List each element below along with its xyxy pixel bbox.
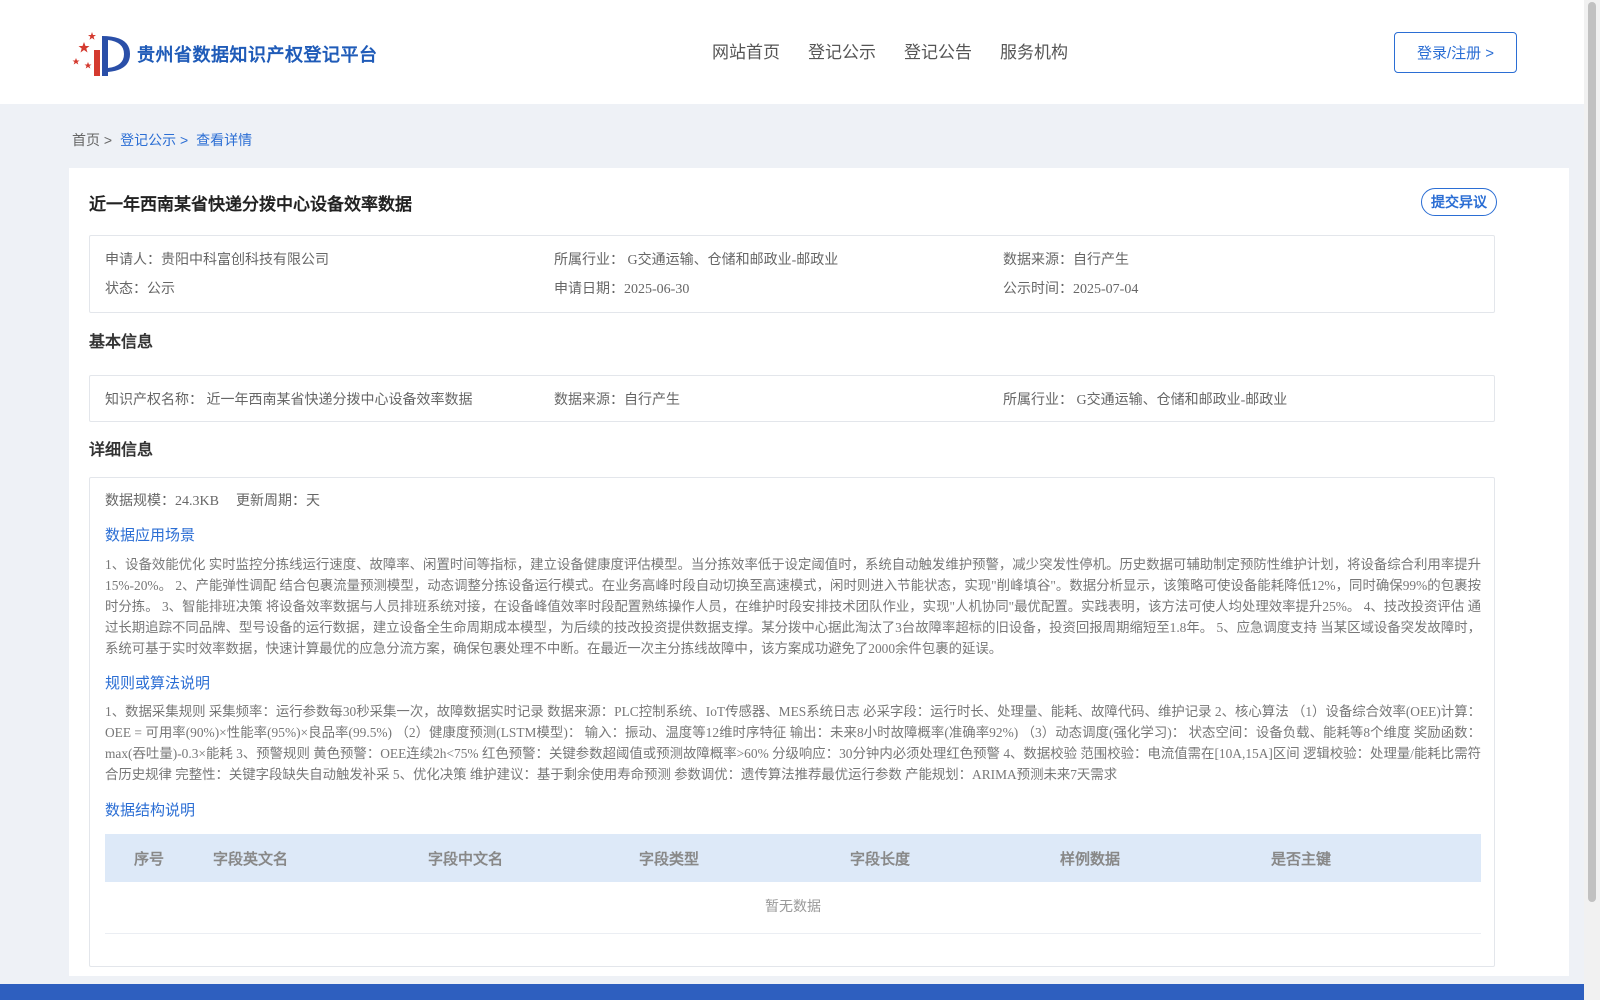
page-title: 近一年西南某省快递分拨中心设备效率数据	[89, 195, 412, 214]
data-scale: 数据规模：24.3KB	[105, 494, 219, 509]
col-field-length: 字段长度	[850, 852, 911, 868]
basic-info-box: 知识产权名称： 近一年西南某省快递分拨中心设备效率数据 数据来源：自行产生 所属…	[89, 375, 1495, 422]
col-field-type: 字段类型	[639, 852, 700, 868]
status: 状态：公示	[105, 282, 175, 297]
basic-industry: 所属行业： G交通运输、仓储和邮政业-邮政业	[1003, 393, 1288, 408]
submit-objection-button[interactable]: 提交异议	[1421, 188, 1497, 216]
update-cycle: 更新周期：天	[236, 494, 320, 509]
breadcrumb-home[interactable]: 首页 >	[72, 130, 112, 150]
apply-date: 申请日期：2025-06-30	[554, 282, 690, 297]
nav-home[interactable]: 网站首页	[712, 38, 780, 63]
rules-text: 1、数据采集规则 采集频率：运行参数每30秒采集一次，故障数据实时记录 数据来源…	[105, 704, 1481, 782]
breadcrumb: 首页 > 登记公示 > 查看详情	[72, 130, 252, 150]
scenario-text: 1、设备效能优化 实时监控分拣线运行速度、故障率、闲置时间等指标，建立设备健康度…	[105, 557, 1481, 656]
detail-card: 近一年西南某省快递分拨中心设备效率数据 提交异议 申请人：贵阳中科富创科技有限公…	[69, 168, 1569, 976]
login-register-button[interactable]: 登录/注册 >	[1394, 32, 1517, 73]
table-bottom-border	[105, 933, 1481, 934]
ip-name: 知识产权名称： 近一年西南某省快递分拨中心设备效率数据	[105, 393, 473, 408]
main-nav: 网站首页 登记公示 登记公告 服务机构	[712, 38, 1068, 63]
basic-data-source: 数据来源：自行产生	[554, 393, 680, 408]
industry: 所属行业： G交通运输、仓储和邮政业-邮政业	[554, 253, 839, 268]
scrollbar-thumb[interactable]	[1588, 2, 1596, 902]
meta-info-box: 申请人：贵阳中科富创科技有限公司 所属行业： G交通运输、仓储和邮政业-邮政业 …	[89, 235, 1495, 313]
structure-heading: 数据结构说明	[105, 803, 196, 819]
applicant: 申请人：贵阳中科富创科技有限公司	[105, 253, 329, 268]
publish-date: 公示时间：2025-07-04	[1003, 282, 1139, 297]
col-index: 序号	[134, 852, 165, 868]
col-primary-key: 是否主键	[1271, 852, 1332, 868]
breadcrumb-publicity[interactable]: 登记公示 >	[120, 130, 188, 150]
col-field-cn: 字段中文名	[428, 852, 504, 868]
site-footer	[0, 984, 1584, 1000]
basic-info-heading: 基本信息	[89, 334, 154, 351]
rules-heading: 规则或算法说明	[105, 676, 211, 692]
site-title[interactable]: 贵州省数据知识产权登记平台	[137, 41, 378, 67]
breadcrumb-current: 查看详情	[196, 132, 253, 148]
table-empty-text: 暂无数据	[765, 900, 821, 915]
nav-service-agencies[interactable]: 服务机构	[1000, 38, 1068, 63]
site-header: 贵州省数据知识产权登记平台 网站首页 登记公示 登记公告 服务机构 登录/注册 …	[0, 0, 1584, 104]
data-source: 数据来源：自行产生	[1003, 253, 1129, 268]
col-sample: 样例数据	[1060, 852, 1121, 868]
structure-table-header: 序号 字段英文名 字段中文名 字段类型 字段长度 样例数据 是否主键	[105, 834, 1481, 882]
detail-info-heading: 详细信息	[89, 442, 154, 459]
detail-info-box: 数据规模：24.3KB 更新周期：天 数据应用场景 1、设备效能优化 实时监控分…	[89, 477, 1495, 967]
nav-publicity[interactable]: 登记公示	[808, 38, 876, 63]
col-field-en: 字段英文名	[213, 852, 289, 868]
nav-announcement[interactable]: 登记公告	[904, 38, 972, 63]
scenario-heading: 数据应用场景	[105, 528, 196, 544]
page-scrollbar[interactable]	[1584, 0, 1600, 1000]
platform-logo-icon	[72, 32, 130, 76]
